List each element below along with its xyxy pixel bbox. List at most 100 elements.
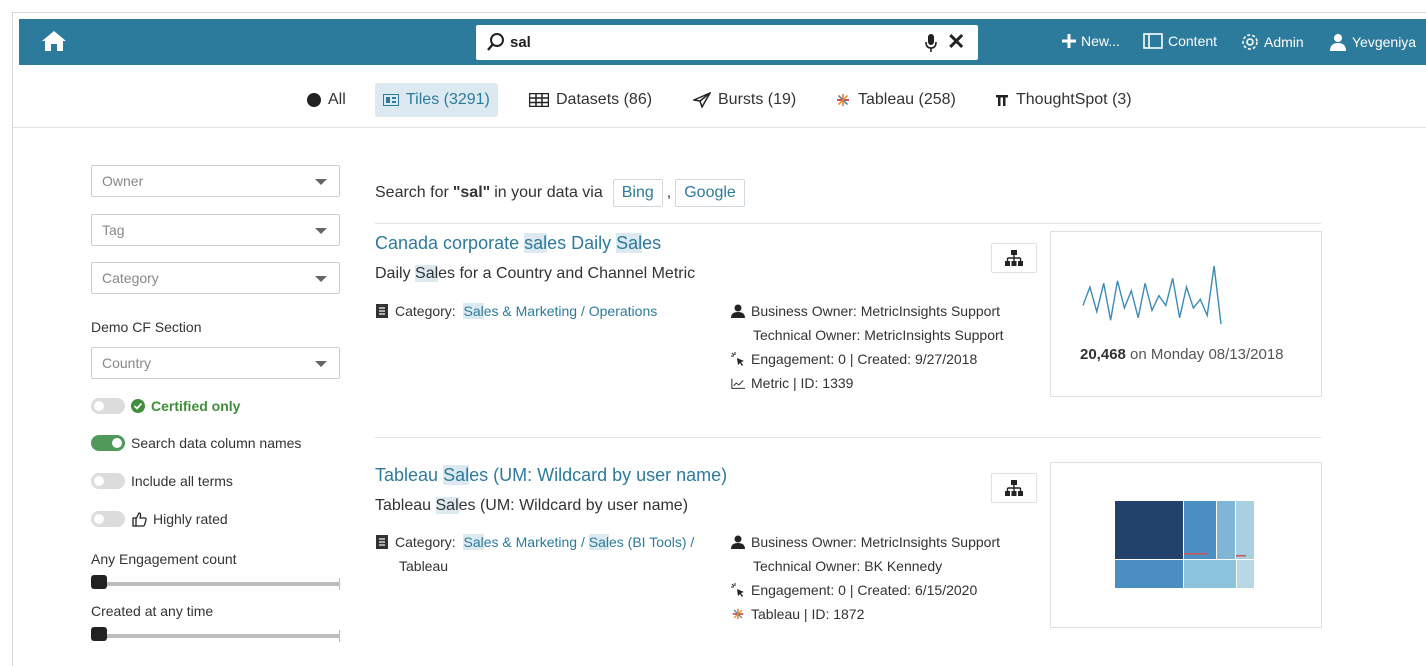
- title-part: es (UM: Wildcard by user name): [469, 465, 728, 485]
- highly-rated-toggle[interactable]: [91, 511, 125, 527]
- cursor-click-icon: [731, 352, 744, 366]
- comma: ,: [666, 184, 672, 201]
- tag-filter[interactable]: Tag: [91, 214, 340, 246]
- tableau-preview[interactable]: [1050, 462, 1322, 628]
- lineage-button[interactable]: [991, 473, 1037, 503]
- tag-filter-placeholder: Tag: [102, 222, 125, 238]
- search-columns-toggle-row[interactable]: Search data column names: [91, 435, 301, 451]
- search-input[interactable]: [510, 30, 910, 54]
- global-search[interactable]: ✕: [476, 25, 978, 60]
- type-info: Metric | ID: 1339: [731, 375, 853, 391]
- slider-end: [339, 578, 340, 590]
- hierarchy-icon: [1005, 250, 1023, 266]
- highly-rated-toggle-row[interactable]: Highly rated: [91, 511, 228, 527]
- sub-highlight: Sal: [415, 265, 439, 282]
- category-link[interactable]: es & Marketing /: [484, 534, 589, 550]
- cursor-click-icon: [731, 583, 744, 597]
- thumbs-up-icon: [132, 512, 147, 527]
- bing-link[interactable]: Bing: [612, 179, 663, 207]
- slider-handle[interactable]: [91, 627, 107, 641]
- title-part: es Daily: [547, 233, 617, 253]
- search-for-prefix: Search for: [375, 184, 449, 201]
- owner-filter[interactable]: Owner: [91, 165, 340, 197]
- tiles-icon: [383, 94, 399, 106]
- tab-all[interactable]: All: [299, 83, 354, 117]
- tab-all-label: All: [328, 91, 346, 108]
- user-name: Yevgeniya: [1352, 34, 1417, 50]
- certified-label: Certified only: [151, 398, 241, 414]
- hierarchy-icon: [1005, 480, 1023, 496]
- highly-rated-label: Highly rated: [153, 511, 228, 527]
- new-button-label: New...: [1081, 33, 1120, 49]
- tab-bursts[interactable]: Bursts (19): [685, 83, 804, 117]
- technical-owner: Technical Owner: MetricInsights Support: [753, 327, 1004, 343]
- tab-tiles[interactable]: Tiles (3291): [375, 83, 498, 117]
- home-icon[interactable]: [41, 29, 67, 55]
- country-filter[interactable]: Country: [91, 347, 340, 379]
- lineage-button[interactable]: [991, 243, 1037, 273]
- result-title[interactable]: Tableau Sales (UM: Wildcard by user name…: [375, 465, 727, 486]
- sub-part: es for a Country and Channel Metric: [438, 265, 696, 282]
- category-label: Category:: [395, 303, 456, 319]
- clear-search-icon[interactable]: ✕: [947, 31, 965, 53]
- sub-part: Daily: [375, 265, 416, 282]
- tab-thoughtspot-label: ThoughtSpot (3): [1016, 91, 1132, 108]
- engagement-slider[interactable]: [91, 575, 340, 590]
- divider: [375, 437, 1321, 438]
- metric-value: 20,468: [1080, 346, 1126, 363]
- section-heading: Demo CF Section: [91, 319, 202, 335]
- slider-handle[interactable]: [91, 575, 107, 589]
- search-icon: [486, 32, 506, 57]
- tab-tableau[interactable]: Tableau (258): [827, 83, 964, 117]
- content-button-label: Content: [1168, 33, 1218, 49]
- category-filter[interactable]: Category: [91, 262, 340, 294]
- result-title[interactable]: Canada corporate sales Daily Sales: [375, 233, 661, 254]
- search-for-term: "sal": [452, 184, 491, 201]
- engagement-slider-label: Any Engagement count: [91, 551, 237, 567]
- metric-preview[interactable]: 20,468 on Monday 08/13/2018: [1050, 231, 1322, 397]
- line-chart-icon: [731, 378, 745, 389]
- tab-bursts-label: Bursts (19): [718, 91, 797, 108]
- user-icon: [1330, 34, 1346, 51]
- category-filter-placeholder: Category: [102, 270, 159, 286]
- category-line-2[interactable]: Tableau: [399, 558, 448, 574]
- owner-filter-placeholder: Owner: [102, 173, 144, 189]
- type-text: Tableau | ID: 1872: [751, 606, 865, 622]
- admin-button[interactable]: Admin: [1241, 33, 1304, 51]
- book-icon: [376, 304, 388, 318]
- certified-toggle[interactable]: [91, 398, 125, 414]
- result-description: Tableau Sales (UM: Wildcard by user name…: [375, 497, 688, 515]
- type-text: Metric | ID: 1339: [751, 375, 854, 391]
- include-terms-toggle-row[interactable]: Include all terms: [91, 473, 233, 489]
- category-highlight[interactable]: Sal: [588, 534, 609, 550]
- chevron-down-icon: [315, 361, 327, 367]
- chevron-down-icon: [315, 228, 327, 234]
- tab-thoughtspot[interactable]: ThoughtSpot (3): [987, 83, 1140, 117]
- new-button[interactable]: New...: [1062, 33, 1120, 49]
- certified-toggle-row[interactable]: Certified only: [91, 398, 240, 414]
- result-category: Category: Sales & Marketing / Operations: [375, 303, 657, 319]
- include-terms-toggle[interactable]: [91, 473, 125, 489]
- category-link[interactable]: es & Marketing / Operations: [484, 303, 658, 319]
- tab-datasets[interactable]: Datasets (86): [521, 83, 660, 117]
- sparkline-series: [1082, 265, 1222, 325]
- category-link[interactable]: es (BI Tools) /: [609, 534, 694, 550]
- search-columns-toggle[interactable]: [91, 435, 125, 451]
- content-button[interactable]: Content: [1143, 33, 1217, 49]
- admin-button-label: Admin: [1264, 34, 1304, 50]
- category-highlight[interactable]: Sal: [463, 303, 484, 319]
- microphone-icon[interactable]: [924, 33, 938, 58]
- chevron-down-icon: [315, 179, 327, 185]
- tableau-icon: [732, 608, 744, 620]
- category-highlight[interactable]: Sal: [463, 534, 484, 550]
- sub-highlight: Sal: [435, 497, 459, 514]
- user-icon: [731, 304, 745, 318]
- result-category: Category: Sales & Marketing / Sales (BI …: [375, 534, 694, 550]
- user-menu[interactable]: Yevgeniya: [1329, 33, 1416, 51]
- title-highlight: Sal: [443, 465, 470, 485]
- created-slider[interactable]: [91, 627, 340, 642]
- check-circle-icon: [131, 399, 145, 413]
- dot-icon: [307, 93, 321, 107]
- app-frame: ✕ New... Content Admin Yevgeniya All Til…: [12, 12, 1426, 666]
- google-link[interactable]: Google: [675, 179, 745, 207]
